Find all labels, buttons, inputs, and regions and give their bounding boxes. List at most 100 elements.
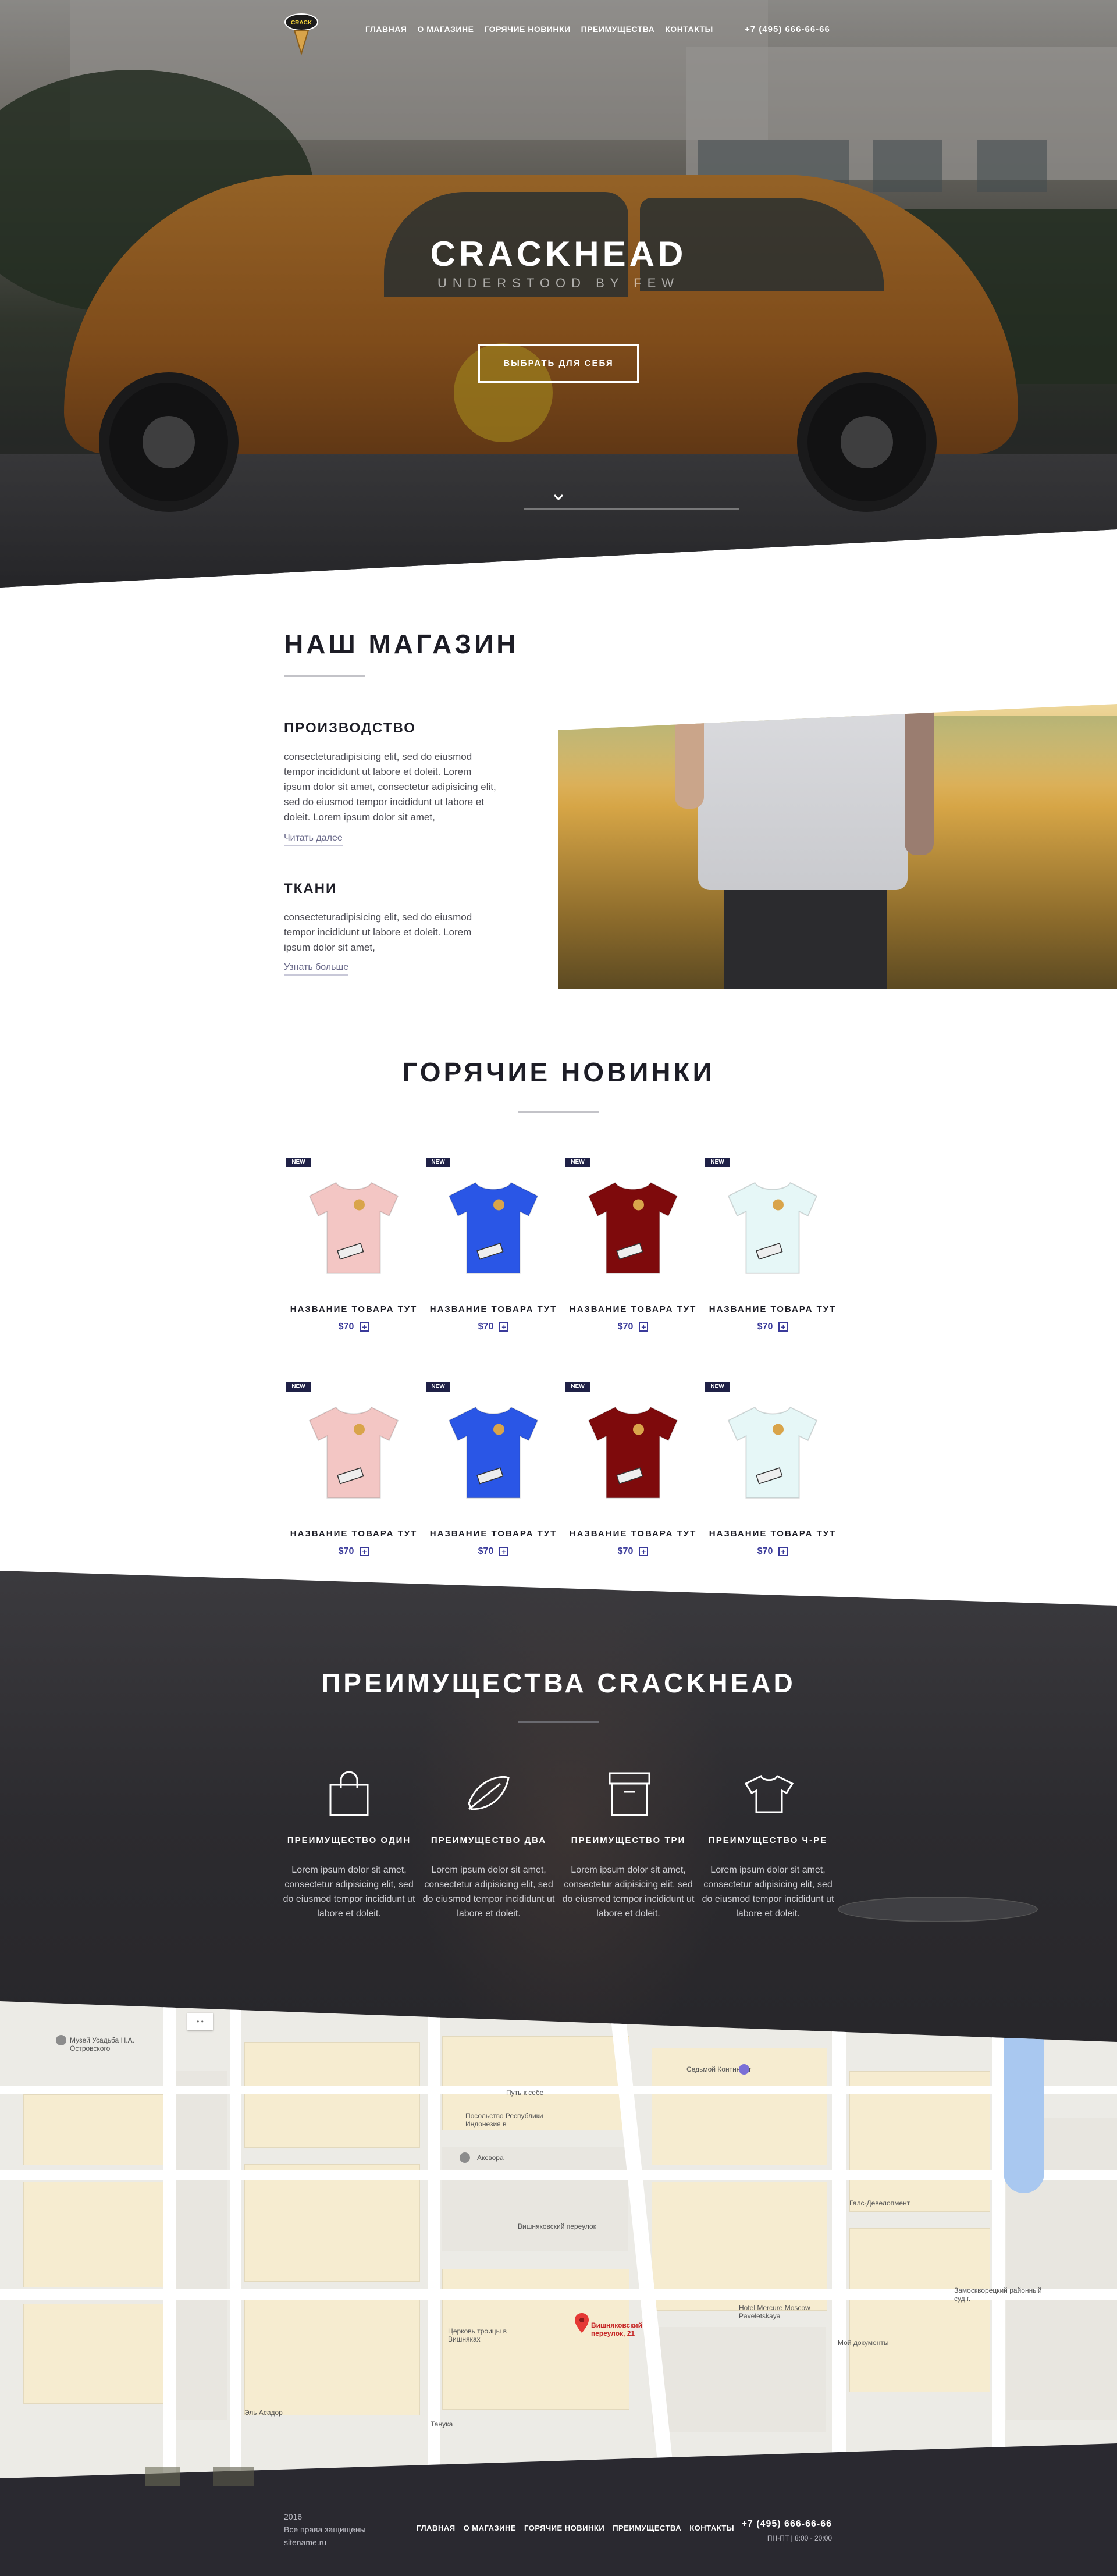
read-more-link[interactable]: Читать далее — [284, 833, 343, 846]
model-arm-left — [675, 704, 704, 809]
add-to-cart-button[interactable]: + — [360, 1547, 369, 1556]
skater-photo — [407, 1571, 733, 2071]
add-to-cart-button[interactable]: + — [499, 1547, 509, 1556]
learn-more-link[interactable]: Узнать больше — [284, 962, 349, 976]
product-price: $70 — [617, 1546, 634, 1556]
advantage-text: Lorem ipsum dolor sit amet, consectetur … — [283, 1865, 415, 1919]
tshirt-image[interactable] — [717, 1396, 828, 1507]
products-title-underline — [518, 1111, 599, 1113]
product-card[interactable]: NEW НАЗВАНИЕ ТОВАРА ТУТ $70 + — [703, 1158, 842, 1350]
product-price: $70 — [757, 1546, 773, 1556]
model-arm-right — [905, 704, 934, 855]
tshirt-image[interactable] — [438, 1396, 549, 1507]
logo[interactable]: CRACK — [284, 9, 319, 59]
product-card[interactable]: NEW НАЗВАНИЕ ТОВАРА ТУТ $70 + — [284, 1158, 424, 1350]
advantage-text: Lorem ipsum dolor sit amet, consectetur … — [422, 1865, 555, 1919]
tshirt-icon — [744, 1774, 794, 1813]
nav-link-advantages[interactable]: ПРЕИМУЩЕСТВА — [581, 24, 655, 34]
footer-link-advantages[interactable]: ПРЕИМУЩЕСТВА — [613, 2524, 681, 2532]
box-icon — [609, 1772, 650, 1816]
product-price: $70 — [338, 1546, 354, 1556]
nav-link-about[interactable]: О МАГАЗИНЕ — [417, 24, 474, 34]
footer-thumbnail — [213, 2467, 254, 2486]
tshirt-image[interactable] — [298, 1396, 409, 1507]
model-shirt — [698, 704, 908, 890]
map-label: Танука — [431, 2420, 453, 2428]
product-name[interactable]: НАЗВАНИЕ ТОВАРА ТУТ — [563, 1304, 703, 1314]
store-photo — [558, 553, 1117, 989]
tshirt-image[interactable] — [717, 1172, 828, 1282]
price-row: $70 + — [563, 1322, 703, 1332]
footer-nav: ГЛАВНАЯ О МАГАЗИНЕ ГОРЯЧИЕ НОВИНКИ ПРЕИМ… — [417, 2524, 734, 2532]
product-card[interactable]: NEW НАЗВАНИЕ ТОВАРА ТУТ $70 + — [563, 1158, 703, 1350]
header-phone[interactable]: +7 (495) 666-66-66 — [745, 24, 830, 34]
advantages-title: ПРЕИМУЩЕСТВА CRACKHEAD — [321, 1668, 796, 1698]
hero-title: CRACKHEAD — [430, 234, 687, 273]
map-label: Вишняковский переулок — [518, 2222, 596, 2230]
store-block-heading: ТКАНИ — [284, 881, 337, 896]
ice-cream-logo-icon: CRACK — [284, 13, 318, 56]
add-to-cart-button[interactable]: + — [778, 1547, 788, 1556]
products-title: ГОРЯЧИЕ НОВИНКИ — [402, 1057, 715, 1087]
product-name[interactable]: НАЗВАНИЕ ТОВАРА ТУТ — [424, 1529, 563, 1539]
tshirt-image[interactable] — [298, 1172, 409, 1282]
footer-phone[interactable]: +7 (495) 666-66-66 — [733, 2519, 832, 2529]
add-to-cart-button[interactable]: + — [360, 1322, 369, 1332]
nav-link-hot[interactable]: ГОРЯЧИЕ НОВИНКИ — [484, 24, 570, 34]
product-card[interactable]: NEW НАЗВАНИЕ ТОВАРА ТУТ $70 + — [284, 1382, 424, 1574]
shirt-print — [768, 553, 840, 631]
map-poi-icon — [56, 2035, 66, 2045]
product-card[interactable]: NEW НАЗВАНИЕ ТОВАРА ТУТ $70 + — [703, 1382, 842, 1574]
price-row: $70 + — [563, 1546, 703, 1557]
product-name[interactable]: НАЗВАНИЕ ТОВАРА ТУТ — [563, 1529, 703, 1539]
advantage-label: ПРЕИМУЩЕСТВО Ч-РЕ — [708, 1835, 828, 1845]
footer-hours: ПН-ПТ | 8:00 - 20:00 — [767, 2534, 832, 2542]
add-to-cart-button[interactable]: + — [778, 1322, 788, 1332]
model-pants — [724, 890, 887, 989]
hero-cta-button[interactable]: ВЫБРАТЬ ДЛЯ СЕБЯ — [478, 344, 639, 383]
advantage-text: Lorem ipsum dolor sit amet, consectetur … — [562, 1865, 695, 1919]
shopping-bag-icon — [329, 1771, 369, 1816]
product-name[interactable]: НАЗВАНИЕ ТОВАРА ТУТ — [284, 1304, 424, 1314]
footer-link-hot[interactable]: ГОРЯЧИЕ НОВИНКИ — [524, 2524, 604, 2532]
add-to-cart-button[interactable]: + — [639, 1322, 649, 1332]
tshirt-image[interactable] — [578, 1172, 688, 1282]
new-badge: NEW — [565, 1382, 590, 1392]
tshirt-image[interactable] — [578, 1396, 688, 1507]
footer-link-about[interactable]: О МАГАЗИНЕ — [464, 2524, 516, 2532]
product-price: $70 — [757, 1322, 773, 1332]
product-card[interactable]: NEW НАЗВАНИЕ ТОВАРА ТУТ $70 + — [424, 1158, 563, 1350]
new-badge: NEW — [426, 1382, 450, 1392]
product-name[interactable]: НАЗВАНИЕ ТОВАРА ТУТ — [703, 1529, 842, 1539]
product-name[interactable]: НАЗВАНИЕ ТОВАРА ТУТ — [424, 1304, 563, 1314]
advantage-label: ПРЕИМУЩЕСТВО ДВА — [431, 1835, 547, 1845]
store-block-text: consecteturadipisicing elit, sed do eius… — [284, 751, 496, 823]
hero-subtitle: UNDERSTOOD BY FEW — [437, 276, 680, 290]
advantage-label: ПРЕИМУЩЕСТВО ТРИ — [571, 1835, 686, 1845]
feather-icon — [468, 1776, 510, 1810]
product-name[interactable]: НАЗВАНИЕ ТОВАРА ТУТ — [284, 1529, 424, 1539]
map-label: Музей Усадьба Н.А. Островского — [70, 2036, 134, 2052]
map-zoom-controls[interactable]: • • — [187, 2013, 213, 2030]
new-badge: NEW — [286, 1158, 311, 1167]
footer-link-contacts[interactable]: КОНТАКТЫ — [689, 2524, 734, 2532]
chevron-down-icon[interactable] — [553, 492, 564, 503]
product-price: $70 — [478, 1322, 494, 1332]
footer-link-home[interactable]: ГЛАВНАЯ — [417, 2524, 456, 2532]
product-name[interactable]: НАЗВАНИЕ ТОВАРА ТУТ — [703, 1304, 842, 1314]
product-card[interactable]: NEW НАЗВАНИЕ ТОВАРА ТУТ $70 + — [424, 1382, 563, 1574]
add-to-cart-button[interactable]: + — [499, 1322, 509, 1332]
nav-link-contacts[interactable]: КОНТАКТЫ — [665, 24, 713, 34]
product-price: $70 — [338, 1322, 354, 1332]
new-badge: NEW — [705, 1158, 730, 1167]
price-row: $70 + — [703, 1322, 842, 1332]
map-marker-icon[interactable] — [575, 2313, 589, 2333]
nav-link-home[interactable]: ГЛАВНАЯ — [365, 24, 407, 34]
advantages-title-underline — [518, 1721, 599, 1723]
footer-site-link[interactable]: sitename.ru — [284, 2538, 327, 2547]
contact-map[interactable]: • • Музей Усадьба Н.А. Островского Путь … — [0, 2001, 1117, 2478]
tshirt-image[interactable] — [438, 1172, 549, 1282]
product-card[interactable]: NEW НАЗВАНИЕ ТОВАРА ТУТ $70 + — [563, 1382, 703, 1574]
add-to-cart-button[interactable]: + — [639, 1547, 649, 1556]
new-badge: NEW — [565, 1158, 590, 1167]
